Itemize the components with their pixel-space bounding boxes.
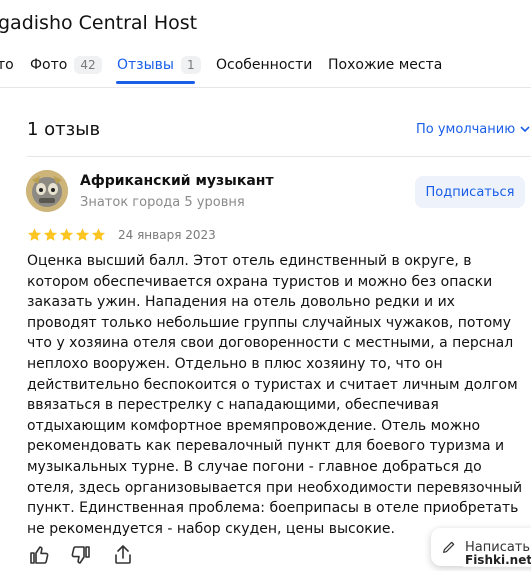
tab-label: Фото	[30, 57, 68, 73]
tab-photos[interactable]: Фото 42	[30, 56, 102, 74]
reviews-count: 1 отзыв	[27, 119, 101, 140]
page-title: gadisho Central Host	[0, 12, 198, 34]
pencil-icon	[443, 541, 455, 553]
star-icon	[59, 228, 74, 241]
avatar[interactable]	[26, 170, 68, 212]
tab-features[interactable]: Особенности	[216, 56, 312, 74]
tab-label: Отзывы	[117, 57, 174, 73]
tab-overview[interactable]: то	[0, 56, 14, 74]
tab-label: Похожие места	[328, 57, 443, 73]
tab-count-badge: 42	[74, 56, 102, 74]
tab-bar: то Фото 42 Отзывы 1 Особенности Похожие …	[0, 56, 531, 86]
review-date: 24 января 2023	[118, 228, 216, 242]
rating-stars	[27, 227, 106, 242]
star-icon	[91, 228, 106, 241]
star-icon	[75, 228, 90, 241]
dislike-icon[interactable]	[69, 543, 93, 567]
watermark: Fishki.net	[463, 553, 531, 567]
sort-label: По умолчанию	[416, 122, 516, 137]
author-level: Знаток города 5 уровня	[80, 195, 245, 210]
tab-similar-places[interactable]: Похожие места	[328, 56, 442, 74]
subscribe-button[interactable]: Подписаться	[415, 176, 525, 208]
chevron-down-icon	[520, 122, 530, 137]
sort-dropdown[interactable]: По умолчанию	[416, 122, 530, 137]
review-actions	[27, 543, 135, 567]
review-author[interactable]: Африканский музыкант	[80, 173, 274, 189]
star-icon	[27, 228, 42, 241]
tab-count-badge: 1	[180, 56, 201, 74]
tab-label: то	[0, 57, 14, 73]
tab-reviews[interactable]: Отзывы 1	[117, 56, 201, 74]
active-tab-indicator	[116, 81, 195, 84]
tab-label: Особенности	[216, 57, 313, 73]
like-icon[interactable]	[27, 543, 51, 567]
star-icon	[43, 228, 58, 241]
review-text: Оценка высший балл. Этот отель единствен…	[27, 253, 523, 537]
divider	[27, 156, 531, 157]
divider	[0, 87, 531, 88]
share-icon[interactable]	[111, 543, 135, 567]
